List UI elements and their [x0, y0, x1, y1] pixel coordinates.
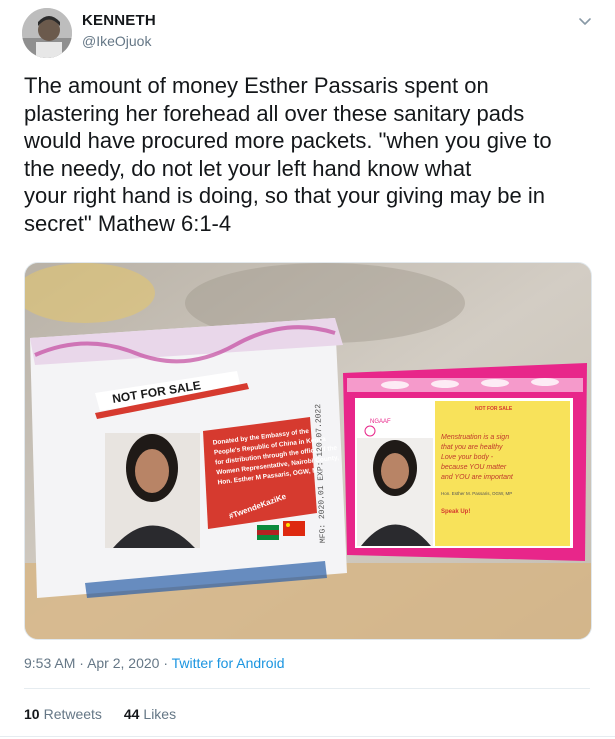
- tweet: KENNETH @IkeOjuok The amount of money Es…: [0, 0, 615, 739]
- tweet-stats: 10 Retweets 44 Likes: [24, 706, 194, 722]
- tweet-date[interactable]: Apr 2, 2020: [87, 655, 159, 671]
- likes-label: Likes: [143, 706, 177, 722]
- likes-stat[interactable]: 44 Likes: [124, 706, 176, 722]
- chevron-down-icon[interactable]: [577, 13, 593, 29]
- right-pad-pack: NGAAF NOT FOR SALE Menstruation is a sig…: [343, 363, 587, 561]
- avatar[interactable]: [22, 8, 72, 58]
- right-pack-message-line-3: Love your body -: [441, 454, 494, 461]
- right-pack-message-line-5: and YOU are important: [441, 474, 514, 481]
- divider: [0, 736, 615, 737]
- right-pack-banner: NOT FOR SALE: [475, 406, 513, 412]
- tweet-time[interactable]: 9:53 AM: [24, 655, 75, 671]
- left-pad-pack: NOT FOR SALE Donated by the Embassy of t…: [30, 318, 347, 598]
- right-pack-logo: NGAAF: [370, 419, 391, 425]
- right-pack-message-line-2: that you are healthy: [441, 444, 503, 451]
- retweets-label: Retweets: [43, 706, 102, 722]
- right-pack-footer: Speak Up!: [441, 509, 470, 515]
- meta-separator: ·: [79, 655, 84, 671]
- tweet-meta: 9:53 AM · Apr 2, 2020 · Twitter for Andr…: [24, 655, 284, 671]
- meta-separator: ·: [163, 655, 169, 671]
- author-handle[interactable]: @IkeOjuok: [82, 33, 151, 49]
- tweet-source-link[interactable]: Twitter for Android: [172, 655, 285, 671]
- likes-count: 44: [123, 706, 140, 722]
- divider: [24, 688, 590, 689]
- tweet-photo[interactable]: NOT FOR SALE Donated by the Embassy of t…: [24, 262, 592, 640]
- tweet-text: The amount of money Esther Passaris spen…: [24, 73, 552, 236]
- author-name[interactable]: KENNETH: [82, 12, 156, 29]
- retweets-stat[interactable]: 10 Retweets: [24, 706, 102, 722]
- retweets-count: 10: [24, 706, 40, 722]
- right-pack-message-line-1: Menstruation is a sign: [441, 434, 509, 441]
- right-pack-signature: Hon. Esther M. Passaris, OGW, MP: [441, 491, 512, 496]
- right-pack-message-line-4: because YOU matter: [441, 464, 507, 471]
